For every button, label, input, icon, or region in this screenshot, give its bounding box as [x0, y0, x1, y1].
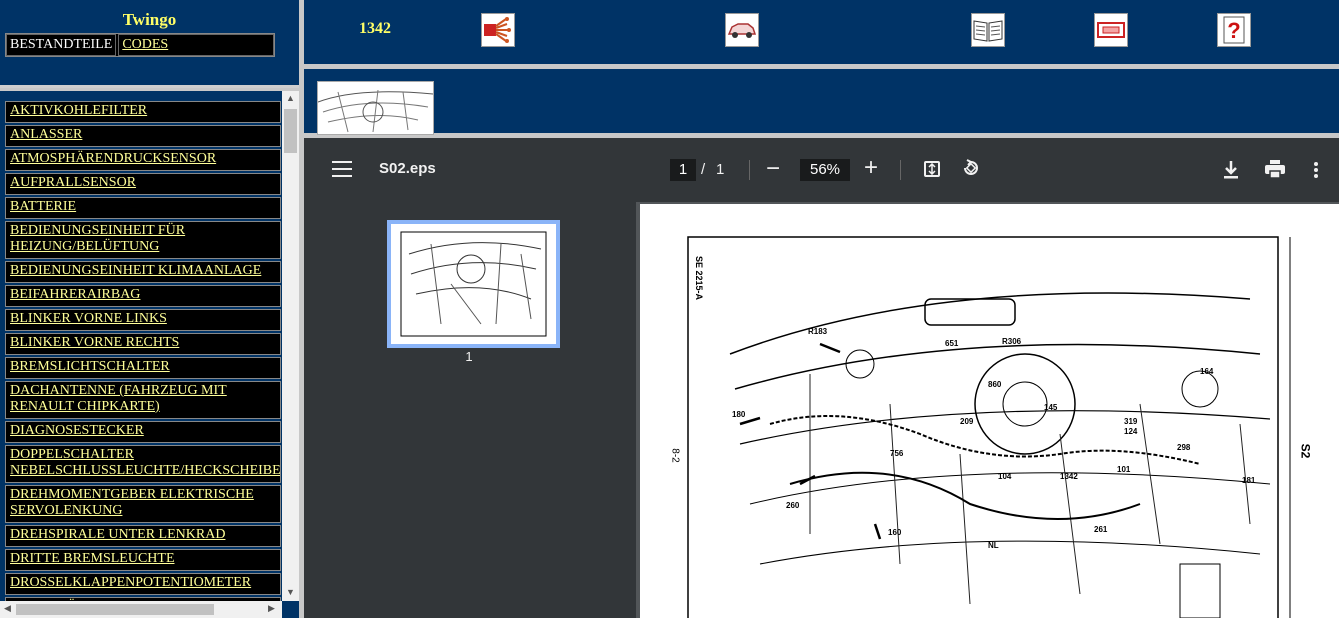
component-list-item[interactable]: BLINKER VORNE RECHTS	[5, 333, 281, 355]
page-thumbnail-number: 1	[465, 349, 473, 364]
vertical-scrollbar[interactable]: ▲ ▼	[282, 91, 299, 601]
component-list-item[interactable]: DACHANTENNE (FAHRZEUG MIT RENAULT CHIPKA…	[5, 381, 281, 419]
diagram-callout: 860	[988, 380, 1002, 389]
diagram-callout: 261	[1094, 525, 1108, 534]
diagram-thumbnail[interactable]	[317, 81, 434, 135]
download-icon[interactable]	[1222, 160, 1240, 180]
page-number-input[interactable]: 1	[670, 159, 696, 181]
scroll-thumb-horizontal[interactable]	[16, 604, 214, 615]
thumbnail-sidebar: 1	[304, 202, 636, 618]
diagram-callout: R183	[808, 327, 828, 336]
zoom-out-icon[interactable]: −	[766, 155, 780, 183]
page-total: 1	[716, 161, 725, 178]
print-icon[interactable]	[1265, 160, 1285, 179]
scroll-down-icon[interactable]: ▼	[286, 587, 295, 597]
diagram-callout: NL	[988, 541, 999, 550]
pdf-viewer: S02.eps 1 / 1 − 56% + 1 R183 651 R306 16…	[304, 138, 1339, 618]
scroll-thumb[interactable]	[284, 109, 297, 153]
page-code: SE 2215-A	[694, 256, 704, 301]
component-list-item[interactable]: AKTIVKOHLEFILTER	[5, 101, 281, 123]
title-frame: Twingo BESTANDTEILE CODES	[0, 0, 299, 88]
scroll-right-icon[interactable]: ▶	[268, 603, 275, 614]
component-list-item[interactable]: DOPPELSCHALTER NEBELSCHLUSSLEUCHTE/HECKS…	[5, 445, 281, 483]
scroll-up-icon[interactable]: ▲	[286, 93, 295, 103]
diagram-callout: 101	[1117, 465, 1131, 474]
component-list-item[interactable]: BLINKER VORNE LINKS	[5, 309, 281, 331]
horizontal-scrollbar[interactable]: ◀ ▶	[0, 601, 282, 618]
diagram-callout: 1342	[1060, 472, 1078, 481]
fuse-icon[interactable]	[1094, 13, 1128, 47]
component-list-item[interactable]: DRITTE BREMSLEUCHTE	[5, 549, 281, 571]
car-icon[interactable]	[725, 13, 759, 47]
component-list-item[interactable]: AUFPRALLSENSOR	[5, 173, 281, 195]
rotate-icon[interactable]	[962, 159, 980, 177]
diagram-callout: 260	[786, 501, 800, 510]
component-list-item[interactable]: BREMSLICHTSCHALTER	[5, 357, 281, 379]
diagram-callout: 181	[1242, 476, 1256, 485]
svg-text:?: ?	[1227, 18, 1240, 43]
diagram-callout: 209	[960, 417, 974, 426]
component-list-item[interactable]: BEDIENUNGSEINHEIT FÜR HEIZUNG/BELÜFTUNG	[5, 221, 281, 259]
page-label-right: S2	[1298, 443, 1313, 459]
diagram-callout: 319	[1124, 417, 1138, 426]
nav-frame: 1342 ?	[304, 0, 1339, 64]
manual-book-icon[interactable]	[971, 13, 1005, 47]
component-list-item[interactable]: BEDIENUNGSEINHEIT KLIMAANLAGE	[5, 261, 281, 283]
diagram-callout: 180	[732, 410, 746, 419]
component-list-item[interactable]: BEIFAHRERAIRBAG	[5, 285, 281, 307]
diagram-strip-frame	[304, 69, 1339, 135]
component-list-item[interactable]: DREHSPIRALE UNTER LENKRAD	[5, 525, 281, 547]
fit-page-icon[interactable]	[924, 161, 940, 177]
page-separator: /	[701, 161, 706, 178]
diagram-callout: R306	[1002, 337, 1022, 346]
component-list-item[interactable]: BATTERIE	[5, 197, 281, 219]
component-number: 1342	[359, 20, 391, 37]
component-list-item[interactable]: DROSSELKLAPPENPOTENTIOMETER	[5, 573, 281, 595]
model-title: Twingo	[122, 10, 177, 29]
pdf-page: R183 651 R306 164 860 145 209 319 124 29…	[640, 204, 1339, 618]
component-list-item[interactable]: DIAGNOSESTECKER	[5, 421, 281, 443]
tab-codes[interactable]: CODES	[118, 34, 274, 56]
menu-icon[interactable]	[332, 161, 352, 177]
file-name: S02.eps	[379, 160, 436, 177]
toolbar-divider	[749, 160, 750, 180]
more-options-icon[interactable]	[1314, 162, 1318, 178]
wiring-connector-icon[interactable]	[481, 13, 515, 47]
diagram-callout: 145	[1044, 403, 1058, 412]
page-label-left: 8-2	[669, 448, 681, 463]
diagram-callout: 756	[890, 449, 904, 458]
diagram-callout: 651	[945, 339, 959, 348]
component-list: AKTIVKOHLEFILTER ANLASSER ATMOSPHÄRENDRUCK…	[5, 101, 281, 618]
pdf-toolbar: S02.eps 1 / 1 − 56% +	[304, 138, 1339, 202]
diagram-callout: 164	[1200, 367, 1214, 376]
page-thumbnail[interactable]	[387, 220, 560, 348]
tab-bar: BESTANDTEILE CODES	[5, 33, 275, 57]
help-document-icon[interactable]: ?	[1217, 13, 1251, 47]
component-list-item[interactable]: DREHMOMENTGEBER ELEKTRISCHE SERVOLENKUNG	[5, 485, 281, 523]
zoom-level-input[interactable]: 56%	[800, 159, 850, 181]
diagram-callout: 104	[998, 472, 1012, 481]
toolbar-divider	[900, 160, 901, 180]
diagram-callout: 124	[1124, 427, 1138, 436]
tab-bestandteile[interactable]: BESTANDTEILE	[6, 34, 117, 56]
component-list-item[interactable]: ANLASSER	[5, 125, 281, 147]
diagram-callout: 298	[1177, 443, 1191, 452]
scroll-left-icon[interactable]: ◀	[4, 603, 11, 614]
zoom-in-icon[interactable]: +	[864, 154, 878, 182]
diagram-callout: 160	[888, 528, 902, 537]
component-list-item[interactable]: ATMOSPHÄRENDRUCKSENSOR	[5, 149, 281, 171]
component-list-frame: AKTIVKOHLEFILTER ANLASSER ATMOSPHÄRENDRUCK…	[0, 91, 299, 618]
